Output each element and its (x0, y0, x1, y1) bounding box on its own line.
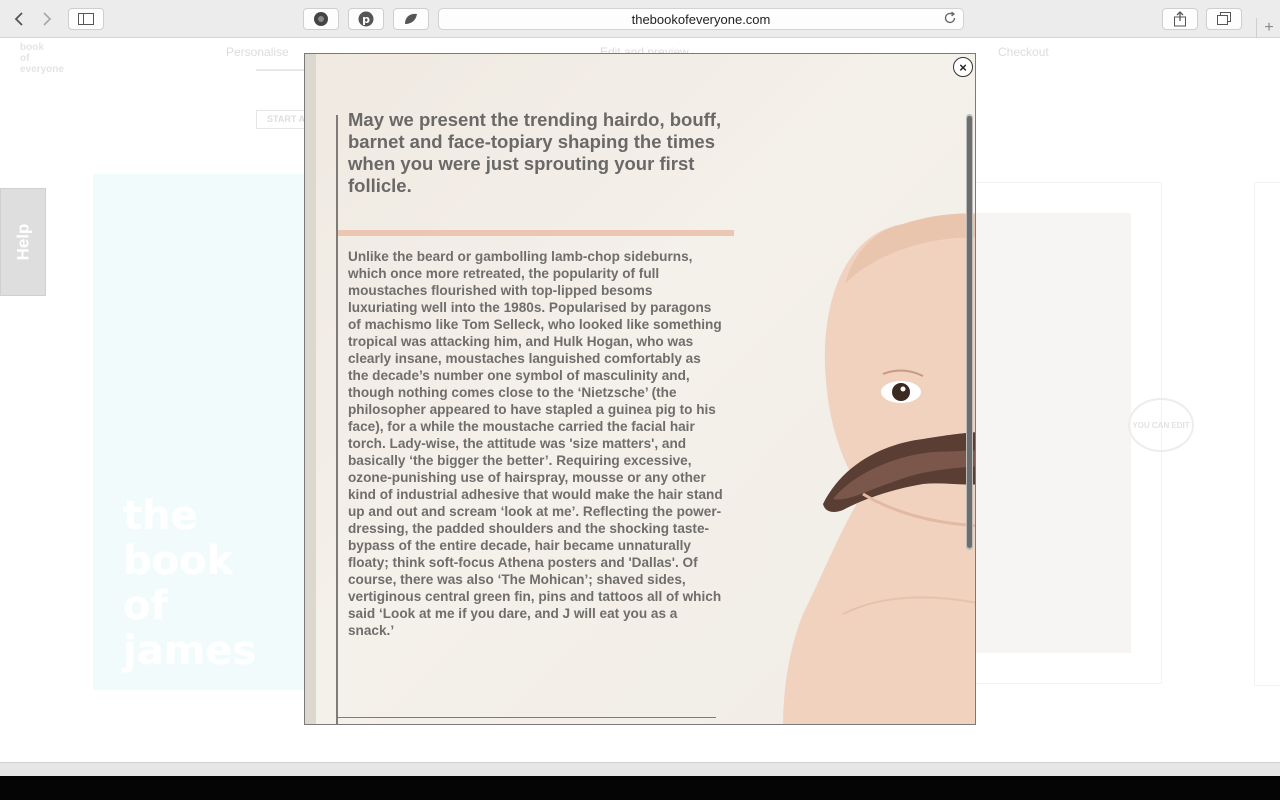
site-logo[interactable]: book of everyone (20, 42, 64, 75)
orange-divider (338, 230, 734, 236)
next-page-preview[interactable] (1254, 182, 1280, 686)
status-strip (0, 762, 1280, 777)
pinterest-icon: p (358, 11, 374, 27)
tabs-icon (1217, 12, 1231, 25)
address-bar[interactable]: thebookofeveryone.com (438, 8, 964, 30)
preview-image (971, 213, 1131, 653)
browser-toolbar: p thebookofeveryone.com + (0, 0, 1280, 38)
url-text: thebookofeveryone.com (631, 11, 771, 27)
bottom-rule (336, 717, 716, 718)
modal-body-text: Unlike the beard or gambolling lamb-chop… (348, 249, 723, 638)
pinterest-button[interactable]: p (348, 8, 384, 30)
share-button[interactable] (1162, 8, 1198, 30)
sidebar-icon (78, 13, 94, 25)
modal-left-strip (305, 54, 316, 724)
vertical-rule (336, 115, 338, 724)
edit-badge[interactable]: YOU CAN EDIT (1128, 398, 1194, 452)
reload-icon[interactable] (943, 11, 957, 28)
article-modal: May we present the trending hairdo, bouf… (304, 53, 976, 725)
close-button[interactable]: × (953, 57, 973, 77)
evernote-button[interactable] (393, 8, 429, 30)
book-cover[interactable]: the book of james (93, 174, 313, 690)
help-label: Help (13, 223, 32, 261)
svg-text:p: p (362, 13, 370, 26)
help-tab[interactable]: Help (0, 188, 46, 296)
modal-headline: May we present the trending hairdo, bouf… (348, 109, 722, 196)
cover-title: the book of james (123, 493, 257, 674)
tabs-button[interactable] (1206, 8, 1242, 30)
modal-scrollbar-thumb[interactable] (967, 116, 972, 548)
nav-tab-checkout[interactable]: Checkout (998, 45, 1049, 59)
back-button[interactable] (8, 9, 30, 29)
record-icon (314, 12, 328, 26)
extension-button-1[interactable] (303, 8, 339, 30)
forward-button[interactable] (36, 9, 58, 29)
leaf-icon (405, 13, 417, 24)
share-icon (1174, 11, 1186, 27)
dock-bar (0, 776, 1280, 800)
sidebar-button[interactable] (68, 8, 104, 30)
chevron-left-icon (14, 12, 23, 26)
chevron-right-icon (43, 12, 52, 26)
moustache-baby-image (783, 213, 975, 724)
nav-tab-personalise[interactable]: Personalise (226, 45, 289, 59)
new-tab-button[interactable]: + (1256, 18, 1280, 38)
